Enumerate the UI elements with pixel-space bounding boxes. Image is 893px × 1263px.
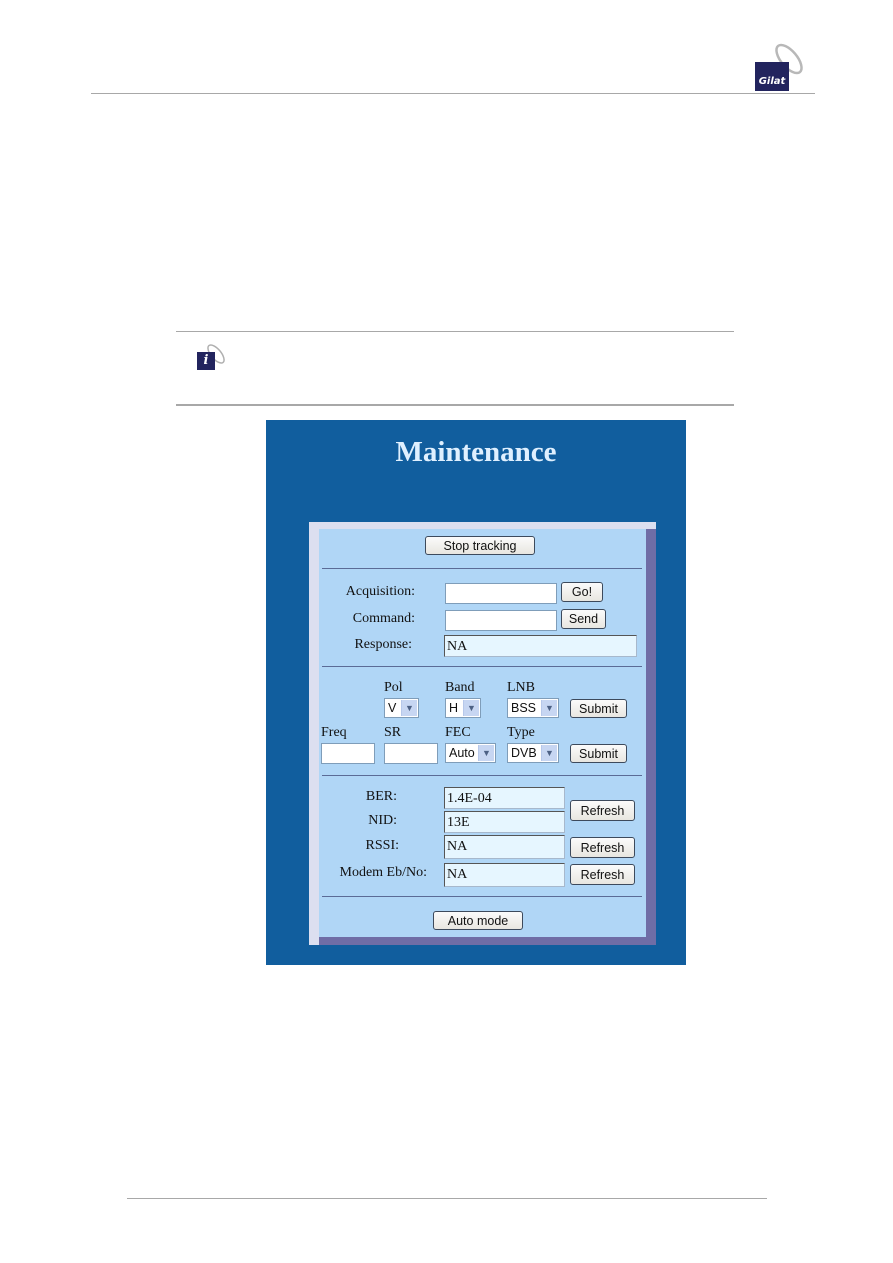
- chevron-down-icon: ▼: [541, 745, 557, 761]
- band-value: H: [449, 701, 459, 715]
- nid-field: 13E: [444, 811, 565, 833]
- logo-text: Gilat: [758, 76, 786, 87]
- gilat-logo: Gilat: [755, 42, 815, 92]
- band-select[interactable]: H ▼: [445, 698, 481, 718]
- command-label: Command:: [352, 611, 415, 626]
- fec-label: FEC: [445, 725, 471, 740]
- divider: [322, 775, 642, 776]
- ber-field: 1.4E-04: [444, 787, 565, 809]
- header-rule: [91, 93, 815, 94]
- stop-tracking-button[interactable]: Stop tracking: [425, 536, 535, 555]
- type-select[interactable]: DVB ▼: [507, 743, 559, 763]
- sr-input[interactable]: [384, 743, 438, 764]
- pol-select[interactable]: V ▼: [384, 698, 419, 718]
- ebno-refresh-button[interactable]: Refresh: [570, 864, 635, 885]
- chevron-down-icon: ▼: [463, 700, 479, 716]
- auto-mode-button[interactable]: Auto mode: [433, 911, 523, 930]
- chevron-down-icon: ▼: [478, 745, 494, 761]
- fec-select[interactable]: Auto ▼: [445, 743, 496, 763]
- pol-label: Pol: [384, 680, 403, 695]
- note-top-rule: [176, 331, 734, 332]
- chevron-down-icon: ▼: [401, 700, 417, 716]
- ebno-field: NA: [444, 863, 565, 887]
- divider: [322, 896, 642, 897]
- response-label: Response:: [354, 637, 412, 652]
- info-note-icon: i: [197, 343, 229, 373]
- band-label: Band: [445, 680, 475, 695]
- go-button[interactable]: Go!: [561, 582, 603, 602]
- divider: [322, 568, 642, 569]
- info-icon: i: [197, 352, 215, 370]
- freq-input[interactable]: [321, 743, 375, 764]
- acquisition-input[interactable]: [445, 583, 557, 604]
- ber-label: BER:: [365, 789, 397, 804]
- ber-nid-refresh-button[interactable]: Refresh: [570, 800, 635, 821]
- maintenance-panel: Stop tracking Acquisition: Go! Command: …: [319, 529, 646, 937]
- divider: [322, 666, 642, 667]
- footer-rule: [127, 1198, 767, 1199]
- ebno-label: Modem Eb/No:: [339, 865, 428, 880]
- response-field: NA: [444, 635, 637, 657]
- pol-value: V: [388, 701, 397, 715]
- fec-value: Auto: [449, 746, 475, 760]
- nid-label: NID:: [368, 813, 397, 828]
- rssi-label: RSSI:: [365, 838, 399, 853]
- send-button[interactable]: Send: [561, 609, 606, 629]
- maintenance-screenshot: Maintenance Stop tracking Acquisition: G…: [266, 420, 686, 965]
- chevron-down-icon: ▼: [541, 700, 557, 716]
- maintenance-frame: Stop tracking Acquisition: Go! Command: …: [309, 522, 656, 945]
- sr-label: SR: [384, 725, 402, 740]
- type-label: Type: [507, 725, 535, 740]
- lnb-label: LNB: [507, 680, 535, 695]
- freq-label: Freq: [321, 725, 347, 740]
- submit-button-2[interactable]: Submit: [570, 744, 627, 763]
- rssi-field: NA: [444, 835, 565, 859]
- rssi-refresh-button[interactable]: Refresh: [570, 837, 635, 858]
- type-value: DVB: [511, 746, 537, 760]
- command-input[interactable]: [445, 610, 557, 631]
- note-bottom-rule: [176, 404, 734, 406]
- lnb-select[interactable]: BSS ▼: [507, 698, 559, 718]
- maintenance-title: Maintenance: [395, 436, 557, 468]
- lnb-value: BSS: [511, 701, 537, 715]
- submit-button-1[interactable]: Submit: [570, 699, 627, 718]
- acquisition-label: Acquisition:: [345, 584, 415, 599]
